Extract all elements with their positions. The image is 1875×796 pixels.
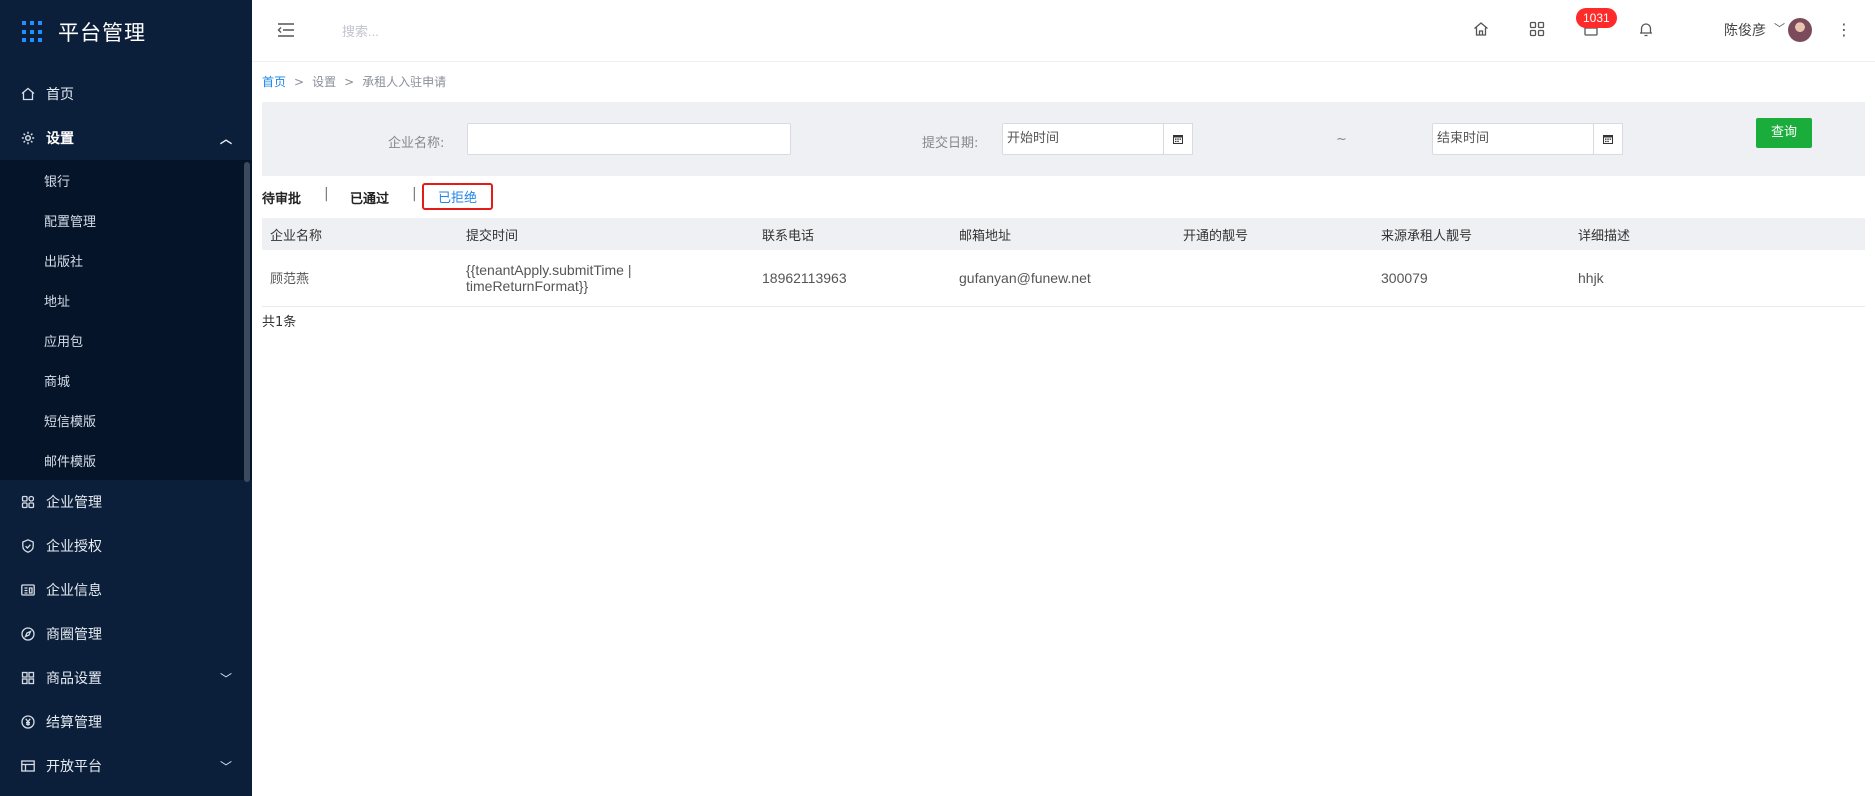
sidebar-item-enterprise-info[interactable]: 企业信息 [0, 568, 252, 612]
sidebar-item-label: 结算管理 [46, 715, 102, 731]
gear-icon [20, 130, 36, 146]
building-icon [20, 494, 36, 510]
sidebar-subitem-publisher[interactable]: 出版社 [0, 240, 252, 280]
column-header-opened-number: 开通的靓号 [1183, 228, 1249, 244]
sidebar-item-label: 企业授权 [46, 539, 102, 555]
breadcrumb-home[interactable]: 首页 [262, 75, 286, 89]
yuan-icon [20, 714, 36, 730]
sidebar-item-label: 首页 [46, 87, 74, 103]
sidebar-subitem-mall[interactable]: 商城 [0, 360, 252, 400]
sidebar-item-label: 商圈管理 [46, 627, 102, 643]
sidebar-item-settings[interactable]: 设置 ︿ [0, 116, 252, 160]
compass-icon [20, 626, 36, 642]
submit-date-label: 提交日期: [922, 136, 979, 151]
calendar-icon[interactable] [1163, 123, 1193, 155]
sidebar-scrollbar[interactable] [244, 162, 250, 482]
date-range-separator: ~ [1336, 132, 1347, 147]
username[interactable]: 陈俊彦 [1724, 20, 1766, 40]
sidebar: 平台管理 首页 设置 ︿ 银行 配置管理 出版社 地址 应用包 商城 短信模版 … [0, 0, 252, 796]
sidebar-subitem-app-package[interactable]: 应用包 [0, 320, 252, 360]
breadcrumb-separator: > [294, 75, 305, 89]
breadcrumb-current: 承租人入驻申请 [362, 75, 447, 89]
chevron-down-icon: ﹀ [219, 672, 232, 686]
sidebar-item-enterprise-auth[interactable]: 企业授权 [0, 524, 252, 568]
column-header-description: 详细描述 [1578, 228, 1631, 244]
cell-company: 顾范燕 [270, 272, 310, 288]
sidebar-item-label: 企业管理 [46, 495, 102, 511]
company-name-label: 企业名称: [388, 136, 445, 151]
table-row[interactable]: 顾范燕 {{tenantApply.submitTime | timeRetur… [262, 250, 1865, 306]
sidebar-item-label: 设置 [46, 131, 74, 147]
app-title: 平台管理 [58, 21, 146, 45]
column-header-source-tenant-number: 来源承租人靓号 [1381, 228, 1473, 244]
sidebar-subitem-address[interactable]: 地址 [0, 280, 252, 320]
end-date-input[interactable]: 结束时间 [1432, 123, 1594, 155]
sidebar-item-settlement[interactable]: 结算管理 [0, 700, 252, 744]
cell-submit-time: {{tenantApply.submitTime | timeReturnFor… [466, 261, 632, 294]
sidebar-item-home[interactable]: 首页 [0, 72, 252, 116]
sidebar-item-enterprise[interactable]: 企业管理 [0, 480, 252, 524]
search-input[interactable] [342, 18, 582, 44]
grid-icon [20, 670, 36, 686]
app-logo[interactable]: 平台管理 [0, 0, 252, 64]
column-header-phone: 联系电话 [762, 228, 815, 244]
filter-panel: 企业名称: 提交日期: 开始时间 ~ 结束时间 查询 [262, 102, 1865, 176]
query-button[interactable]: 查询 [1756, 118, 1812, 148]
breadcrumb-settings[interactable]: 设置 [312, 75, 336, 89]
cell-source-tenant-number: 300079 [1381, 269, 1428, 286]
tab-separator: | [324, 186, 329, 202]
sidebar-subitem-bank[interactable]: 银行 [0, 160, 252, 200]
sidebar-item-business-circle[interactable]: 商圈管理 [0, 612, 252, 656]
tab-separator: | [412, 186, 417, 202]
column-header-company: 企业名称 [270, 228, 323, 244]
start-date-input[interactable]: 开始时间 [1002, 123, 1164, 155]
main-content: 首页 > 设置 > 承租人入驻申请 企业名称: 提交日期: 开始时间 ~ 结束时间 查询… [262, 62, 1865, 330]
shield-icon [20, 538, 36, 554]
end-date-placeholder: 结束时间 [1437, 131, 1490, 146]
id-card-icon [20, 582, 36, 598]
apps-grid-icon[interactable] [1528, 20, 1546, 38]
cell-description: hhjk [1578, 269, 1604, 286]
cell-opened-number [1175, 250, 1373, 306]
start-date-placeholder: 开始时间 [1007, 131, 1060, 146]
top-header: 1031 陈俊彦 ﹀ ⋮ [252, 0, 1875, 62]
tab-approved[interactable]: 已通过 [350, 188, 389, 207]
home-icon[interactable] [1472, 20, 1490, 38]
avatar[interactable] [1788, 18, 1812, 42]
tab-pending[interactable]: 待审批 [262, 188, 301, 207]
tab-rejected[interactable]: 已拒绝 [422, 183, 494, 210]
settings-submenu: 银行 配置管理 出版社 地址 应用包 商城 短信模版 邮件模版 [0, 160, 252, 480]
sidebar-subitem-sms-template[interactable]: 短信模版 [0, 400, 252, 440]
notification-badge: 1031 [1576, 8, 1617, 28]
sidebar-item-label: 开放平台 [46, 759, 102, 775]
breadcrumb: 首页 > 设置 > 承租人入驻申请 [262, 62, 1865, 102]
company-name-input[interactable] [467, 123, 791, 155]
sidebar-item-label: 企业信息 [46, 583, 102, 599]
table-icon [20, 758, 36, 774]
sidebar-subitem-mail-template[interactable]: 邮件模版 [0, 440, 252, 480]
breadcrumb-separator: > [344, 75, 355, 89]
more-vertical-icon[interactable]: ⋮ [1836, 20, 1852, 39]
sidebar-item-open-platform[interactable]: 开放平台 ﹀ [0, 744, 252, 788]
sidebar-item-product-settings[interactable]: 商品设置 ﹀ [0, 656, 252, 700]
table-header-row: 企业名称 提交时间 联系电话 邮箱地址 开通的靓号 来源承租人靓号 详细描述 [262, 218, 1865, 250]
bell-icon[interactable] [1637, 20, 1655, 38]
calendar-icon[interactable] [1593, 123, 1623, 155]
application-table: 企业名称 提交时间 联系电话 邮箱地址 开通的靓号 来源承租人靓号 详细描述 顾… [262, 218, 1865, 307]
sidebar-subitem-config[interactable]: 配置管理 [0, 200, 252, 240]
home-icon [20, 86, 36, 102]
menu-toggle-icon[interactable] [276, 20, 296, 40]
chevron-down-icon[interactable]: ﹀ [1774, 20, 1785, 36]
total-count: 共1条 [262, 314, 297, 330]
cell-phone: 18962113963 [762, 269, 847, 286]
status-tabs: 待审批 | 已通过 | 已拒绝 [262, 176, 1865, 218]
chevron-up-icon: ︿ [219, 132, 232, 146]
sidebar-item-label: 商品设置 [46, 671, 102, 687]
chevron-down-icon: ﹀ [219, 760, 232, 774]
cell-email: gufanyan@funew.net [959, 269, 1091, 286]
column-header-email: 邮箱地址 [959, 228, 1012, 244]
app-grid-icon [22, 21, 44, 43]
column-header-submit-time: 提交时间 [466, 228, 519, 244]
